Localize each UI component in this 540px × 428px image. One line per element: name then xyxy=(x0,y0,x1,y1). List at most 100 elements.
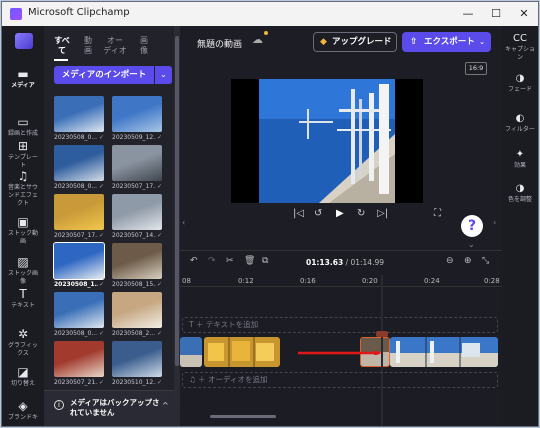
checkmark-icon: ✓ xyxy=(98,330,104,337)
expand-timeline-icon[interactable]: ⌄ xyxy=(468,240,475,249)
prop-item-3[interactable]: ✦ 効果 xyxy=(502,148,538,170)
zoom-in-icon[interactable]: ⊕ xyxy=(464,256,472,266)
upgrade-button[interactable]: ◆ アップグレード xyxy=(313,32,397,52)
thumbnail-image xyxy=(54,145,104,181)
rail-item-7[interactable]: ✲ グラフィッ クス xyxy=(2,326,44,358)
cloud-sync-off-icon[interactable]: ☁ xyxy=(252,33,263,46)
thumbnail-filename: 20230508_2... xyxy=(112,330,156,337)
rail-item-label: メディア xyxy=(11,82,35,89)
thumbnail-image xyxy=(54,194,104,230)
zoom-to-fit-icon[interactable]: ⤡ xyxy=(482,256,489,266)
close-button[interactable]: ✕ xyxy=(510,5,538,23)
maximize-button[interactable]: ☐ xyxy=(482,5,510,23)
checkmark-icon: ✓ xyxy=(156,379,162,386)
prop-item-1[interactable]: ◑ フェード xyxy=(502,72,538,94)
redo-icon[interactable]: ↷ xyxy=(208,256,216,266)
import-dropdown-button[interactable]: ⌄ xyxy=(155,66,172,84)
checkmark-icon: ✓ xyxy=(156,232,162,239)
thumbnail-filename: 20230508_1... xyxy=(54,281,98,288)
media-panel: すべて 動 画 オー ディオ 画 像 メディアのインポート ⌄ 20230508… xyxy=(44,26,180,426)
media-thumbnail[interactable]: 20230509_12... ✓ xyxy=(112,96,162,144)
media-thumbnail[interactable]: 20230507_21... ✓ xyxy=(54,341,104,389)
text-icon: T xyxy=(19,287,27,301)
timeline-toolbar: ↶ ↷ ✂ 🗑 ⧉ 01:13.63 / 01:14.99 ⊖ ⊕ ⤡ xyxy=(180,251,502,273)
chevron-up-icon[interactable]: ^ xyxy=(162,401,169,410)
prop-item-0[interactable]: CC キャプショ ン xyxy=(502,32,538,62)
thumbnail-image xyxy=(54,292,104,328)
rail-item-2[interactable]: ⊞ テンプレー ト xyxy=(2,138,44,170)
rail-item-6[interactable]: T テキスト xyxy=(2,286,44,310)
skip-back-button[interactable]: |◁ xyxy=(293,208,304,219)
media-thumbnail[interactable]: 20230508_0... ✓ xyxy=(54,96,104,144)
rail-item-4[interactable]: ▣ ストック動 画 xyxy=(2,214,44,246)
preview-frame xyxy=(259,79,395,203)
media-thumbnail[interactable]: 20230507_17... ✓ xyxy=(54,194,104,242)
play-button[interactable]: ▶ xyxy=(336,208,344,219)
timeline-scrollbar[interactable] xyxy=(210,415,276,418)
rail-item-5[interactable]: ▨ ストック画 像 xyxy=(2,254,44,286)
media-thumbnail[interactable]: 20230510_12... ✓ xyxy=(112,341,162,389)
duplicate-icon[interactable]: ⧉ xyxy=(262,256,268,266)
undo-icon[interactable]: ↶ xyxy=(190,256,198,266)
forward-5s-button[interactable]: ↻ xyxy=(357,208,365,219)
rail-item-label: グラフィッ クス xyxy=(8,342,38,357)
add-text-track[interactable]: T ＋ テキストを追加 xyxy=(182,317,498,333)
adjust-color-icon: ◑ xyxy=(515,183,525,194)
collapse-left-panel-icon[interactable]: ‹ xyxy=(182,218,185,227)
music-sfx-icon: ♫ xyxy=(17,169,29,183)
video-clip[interactable] xyxy=(204,337,280,367)
zoom-out-icon[interactable]: ⊖ xyxy=(446,256,454,266)
media-thumbnail[interactable]: 20230508_15... ✓ xyxy=(112,243,162,291)
thumbnail-image xyxy=(53,242,105,280)
media-thumbnail[interactable]: 20230508_2... ✓ xyxy=(112,292,162,340)
tab-images[interactable]: 画 像 xyxy=(136,36,152,56)
media-scrollbar-thumb[interactable] xyxy=(175,36,179,366)
thumbnail-image xyxy=(112,292,162,328)
tab-all[interactable]: すべて xyxy=(54,36,70,56)
media-folder-icon: ▬ xyxy=(17,67,29,81)
playhead-handle[interactable] xyxy=(376,331,388,337)
prop-item-label: フェード xyxy=(507,86,532,93)
window-title: Microsoft Clipchamp xyxy=(28,7,130,18)
media-thumbnail[interactable]: 20230508_0... ✓ xyxy=(54,292,104,340)
time-ruler[interactable]: 08 0:12 0:16 0:20 0:24 0:28 xyxy=(180,275,502,287)
thumbnail-filename: 20230508_15... xyxy=(112,281,156,288)
split-icon[interactable]: ✂ xyxy=(226,256,234,266)
rail-item-3[interactable]: ♫ 音楽とサウ ンドエフェ クト xyxy=(2,168,44,208)
filter-icon: ◐ xyxy=(515,113,525,124)
export-button[interactable]: ⇧ エクスポート ⌄ xyxy=(402,32,491,52)
skip-forward-button[interactable]: ▷| xyxy=(377,208,388,219)
title-bar: Microsoft Clipchamp — ☐ ✕ xyxy=(2,2,538,26)
tick-label: 0:16 xyxy=(300,277,316,285)
help-button[interactable]: ? xyxy=(461,215,483,237)
delete-icon[interactable]: 🗑 xyxy=(244,256,255,266)
video-clip[interactable] xyxy=(390,337,498,367)
minimize-button[interactable]: — xyxy=(454,5,482,23)
fullscreen-button[interactable]: ⛶ xyxy=(434,208,441,219)
video-clip[interactable] xyxy=(180,337,202,367)
app-window: Microsoft Clipchamp — ☐ ✕ ▬ メディア ▭ 録画と作成 ⊞ テン… xyxy=(1,1,539,427)
prop-item-2[interactable]: ◐ フィルター xyxy=(502,112,538,134)
tab-audio[interactable]: オー ディオ xyxy=(102,36,128,56)
rewind-5s-button[interactable]: ↺ xyxy=(314,208,322,219)
tab-video[interactable]: 動 画 xyxy=(80,36,96,56)
brand-kit-icon: ◈ xyxy=(18,399,28,413)
add-audio-track[interactable]: ♫ ＋ オーディオを追加 xyxy=(182,372,498,388)
media-thumbnail[interactable]: 20230508_0... ✓ xyxy=(54,145,104,193)
rail-item-8[interactable]: ◪ 切り替え xyxy=(2,364,44,388)
rail-item-label: 音楽とサウ ンドエフェ クト xyxy=(7,184,38,207)
rail-item-label: 録画と作成 xyxy=(7,130,38,137)
aspect-ratio-button[interactable]: 16:9 xyxy=(465,62,487,75)
import-media-button[interactable]: メディアのインポート xyxy=(54,66,154,84)
collapse-right-panel-icon[interactable]: › xyxy=(493,218,496,227)
media-thumbnail[interactable]: 20230507_14... ✓ xyxy=(112,194,162,242)
media-thumbnail[interactable]: 20230508_1... ✓ xyxy=(53,242,105,291)
prop-item-4[interactable]: ◑ 色を調整 xyxy=(502,182,538,204)
media-thumbnail[interactable]: 20230507_17... ✓ xyxy=(112,145,162,193)
thumbnail-filename: 20230507_17... xyxy=(54,232,98,239)
rail-item-0[interactable]: ▬ メディア xyxy=(2,66,44,90)
rail-item-9[interactable]: ◈ ブランドキ xyxy=(2,398,44,422)
checkmark-icon: ✓ xyxy=(98,281,104,288)
project-title[interactable]: 無題の動画 xyxy=(197,37,242,50)
rail-item-1[interactable]: ▭ 録画と作成 xyxy=(2,114,44,138)
